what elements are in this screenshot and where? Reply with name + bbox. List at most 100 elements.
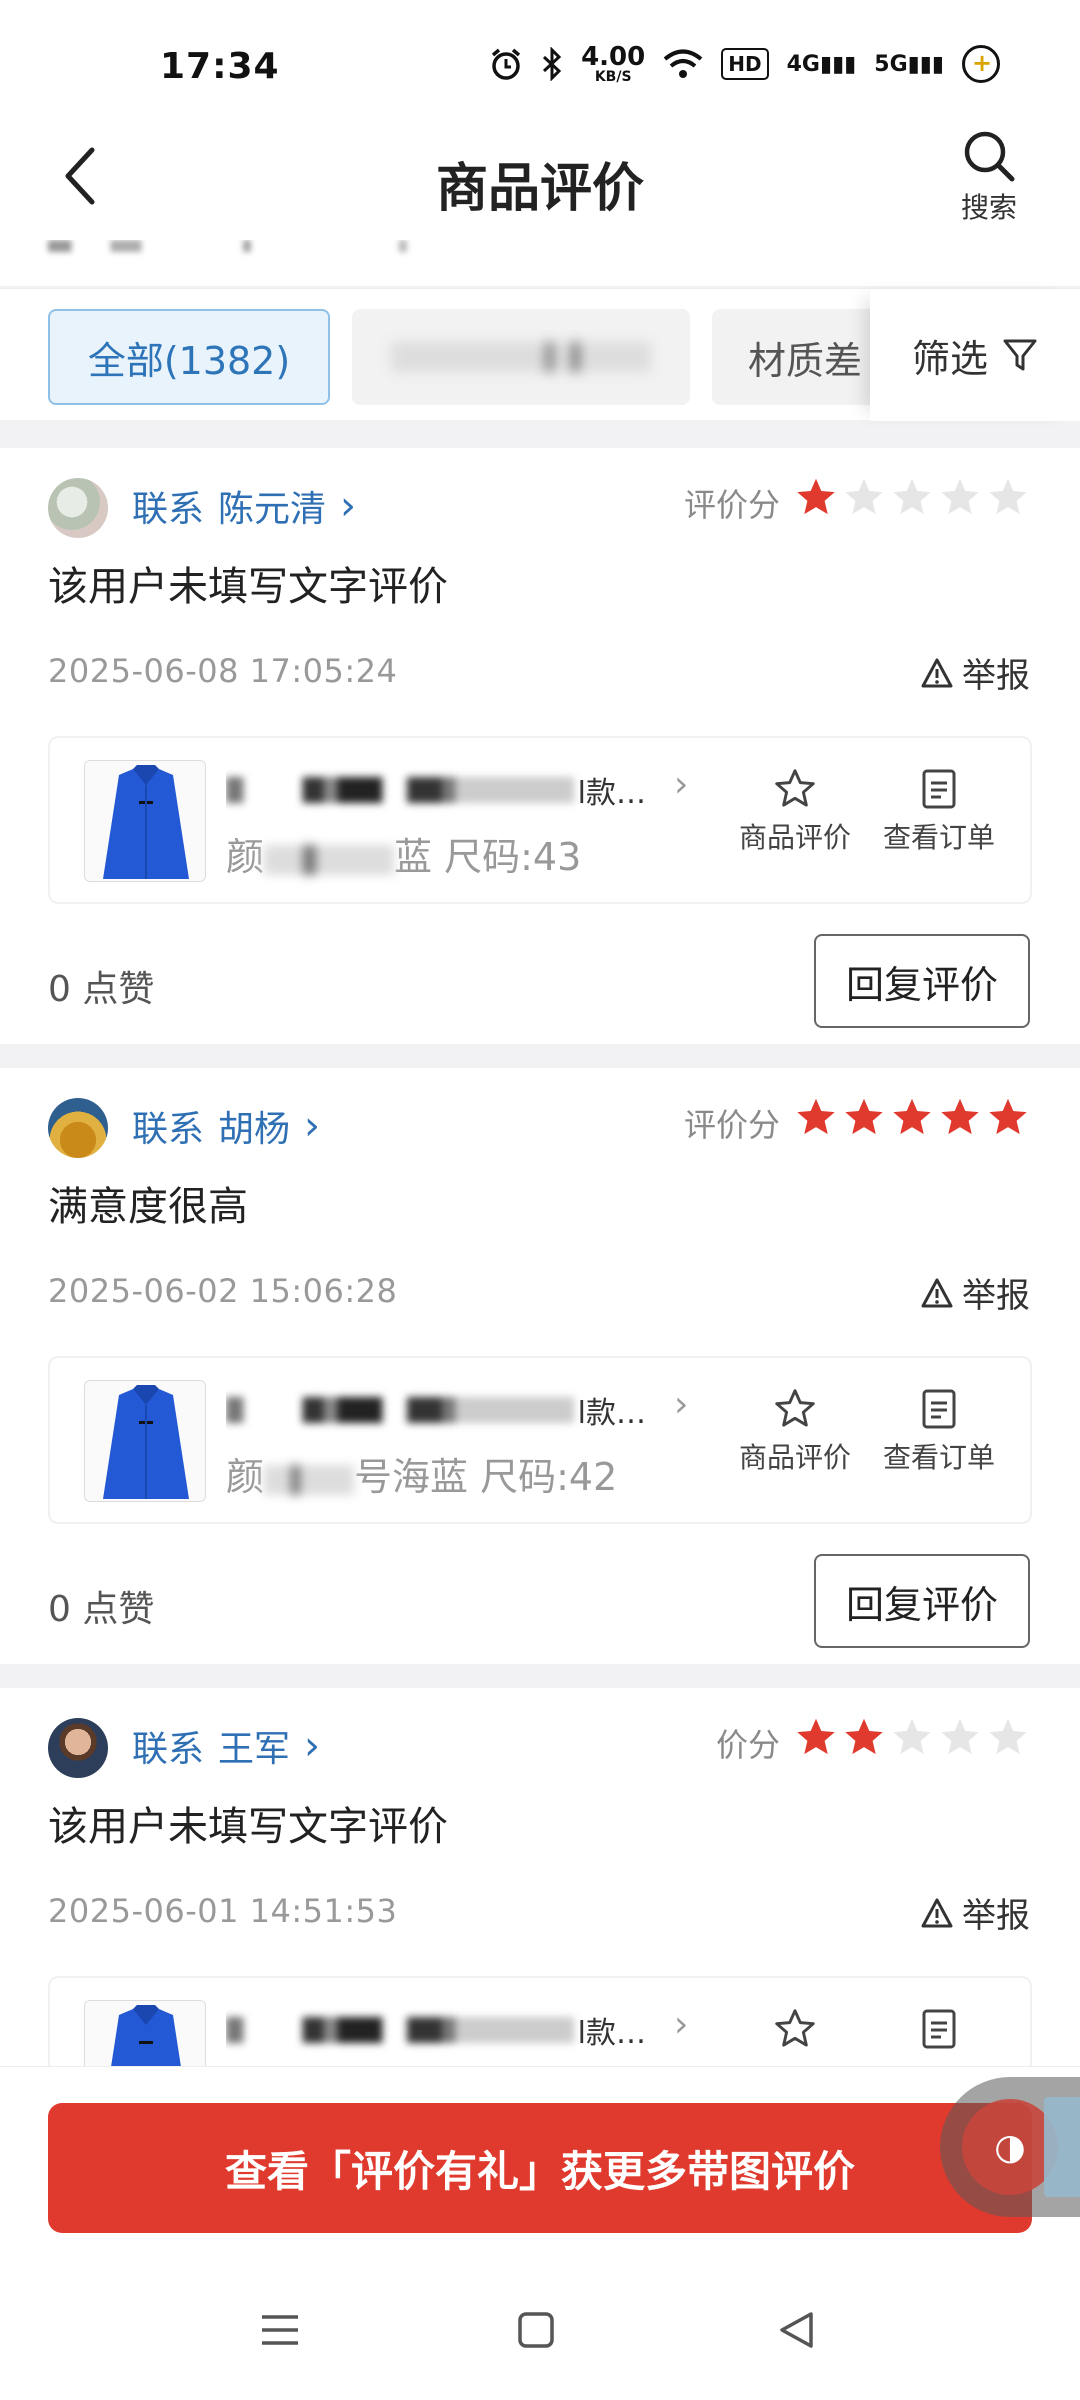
battery-icon bbox=[962, 45, 1000, 83]
filter-button[interactable]: 筛选 bbox=[870, 289, 1080, 421]
alarm-icon bbox=[491, 48, 521, 80]
review-date: 2025-06-02 15:06:28 bbox=[48, 1272, 398, 1310]
review-card: 联系 胡杨 › 评价分 满意度很高 2025-06-02 15:06:28 举报… bbox=[0, 1068, 1080, 1664]
product-name[interactable]: l款… bbox=[226, 766, 646, 814]
star-empty-icon bbox=[893, 478, 931, 515]
floating-assistant-button[interactable]: ◑ bbox=[940, 2077, 1080, 2217]
report-button[interactable]: 举报 bbox=[920, 1268, 1030, 1317]
redacted-product-name bbox=[226, 2017, 574, 2043]
product-eval-button[interactable] bbox=[730, 2008, 860, 2056]
chevron-right-icon: › bbox=[340, 483, 357, 529]
reply-button[interactable]: 回复评价 bbox=[814, 1554, 1030, 1648]
like-count[interactable]: 0 点赞 bbox=[48, 1580, 154, 1632]
chevron-right-icon[interactable]: › bbox=[674, 2004, 688, 2045]
recent-apps-button[interactable] bbox=[240, 2300, 320, 2360]
review-date: 2025-06-01 14:51:53 bbox=[48, 1892, 398, 1930]
tab-redacted[interactable] bbox=[352, 309, 690, 405]
menu-icon bbox=[262, 2315, 298, 2345]
warning-icon bbox=[921, 658, 953, 687]
search-button[interactable]: 搜索 bbox=[954, 128, 1024, 226]
floating-panel bbox=[1044, 2097, 1080, 2197]
star-outline-icon bbox=[775, 2009, 815, 2047]
star-outline-icon bbox=[775, 769, 815, 807]
redacted-product-name bbox=[226, 777, 574, 803]
product-image[interactable] bbox=[84, 760, 206, 882]
review-card: 联系 陈元清 › 评价分 该用户未填写文字评价 2025-06-08 17:05… bbox=[0, 448, 1080, 1044]
avatar[interactable] bbox=[48, 478, 108, 538]
chevron-right-icon[interactable]: › bbox=[674, 1384, 688, 1425]
hd-badge: HD bbox=[721, 48, 769, 80]
contact-link[interactable]: 联系 王军 › bbox=[132, 1720, 320, 1772]
system-nav-bar bbox=[0, 2260, 1080, 2400]
product-name[interactable]: l款… bbox=[226, 1386, 646, 1434]
network-speed: 4.00 KB/S bbox=[581, 42, 646, 85]
star-empty-icon bbox=[941, 1718, 979, 1755]
star-empty-icon bbox=[941, 478, 979, 515]
review-date: 2025-06-08 17:05:24 bbox=[48, 652, 398, 690]
filter-label: 筛选 bbox=[911, 336, 988, 381]
product-spec: 颜蓝 尺码:43 bbox=[226, 835, 582, 879]
product-name[interactable]: l款… bbox=[226, 2006, 646, 2054]
review-card: 联系 王军 › 价分 该用户未填写文字评价 2025-06-01 14:51:5… bbox=[0, 1688, 1080, 2144]
system-back-button[interactable] bbox=[756, 2300, 836, 2360]
product-spec: 颜号海蓝 尺码:42 bbox=[226, 1455, 618, 1499]
signal-4g: 4G▮▮▮ bbox=[786, 51, 857, 77]
status-icons: 4.00 KB/S HD 4G▮▮▮ 5G▮▮▮ bbox=[489, 44, 1000, 84]
document-icon bbox=[922, 769, 956, 809]
chevron-right-icon: › bbox=[304, 1103, 321, 1149]
star-empty-icon bbox=[989, 1718, 1027, 1755]
chevron-right-icon[interactable]: › bbox=[674, 764, 688, 805]
star-filled-icon bbox=[797, 1098, 835, 1135]
star-filled-icon bbox=[797, 478, 835, 515]
star-empty-icon bbox=[989, 478, 1027, 515]
view-order-button[interactable] bbox=[874, 2008, 1004, 2056]
report-button[interactable]: 举报 bbox=[920, 1888, 1030, 1937]
star-rating bbox=[794, 476, 1030, 520]
top-nav: 商品评价 搜索 bbox=[0, 120, 1080, 240]
warning-icon bbox=[921, 1278, 953, 1307]
search-icon bbox=[964, 131, 1015, 182]
search-label: 搜索 bbox=[960, 191, 1017, 224]
review-text: 满意度很高 bbox=[48, 1184, 248, 1230]
square-home-icon bbox=[518, 2312, 554, 2348]
view-order-button[interactable]: 查看订单 bbox=[874, 768, 1004, 856]
star-empty-icon bbox=[845, 478, 883, 515]
clock: 17:34 bbox=[160, 46, 280, 87]
app-screen: 17:34 4.00 KB/S HD 4G▮▮▮ 5G▮▮▮ 商品评价 搜索 全… bbox=[0, 0, 1080, 2400]
star-filled-icon bbox=[941, 1098, 979, 1135]
contact-link[interactable]: 联系 胡杨 › bbox=[132, 1100, 320, 1152]
tab-all[interactable]: 全部(1382) bbox=[48, 309, 330, 405]
status-bar: 17:34 4.00 KB/S HD 4G▮▮▮ 5G▮▮▮ bbox=[0, 0, 1080, 120]
home-button[interactable] bbox=[496, 2300, 576, 2360]
product-box: l款… › 颜蓝 尺码:43 商品评价 查看订单 bbox=[48, 736, 1032, 904]
wifi-icon bbox=[663, 49, 703, 78]
star-rating bbox=[794, 1716, 1030, 1760]
redacted-color bbox=[264, 844, 395, 875]
avatar[interactable] bbox=[48, 1718, 108, 1778]
document-icon bbox=[922, 1389, 956, 1429]
star-outline-icon bbox=[775, 1389, 815, 1427]
star-filled-icon bbox=[845, 1098, 883, 1135]
reply-button[interactable]: 回复评价 bbox=[814, 934, 1030, 1028]
product-image[interactable] bbox=[84, 1380, 206, 1502]
star-filled-icon bbox=[845, 1718, 883, 1755]
star-rating bbox=[794, 1096, 1030, 1140]
review-text: 该用户未填写文字评价 bbox=[48, 564, 448, 610]
tab-material[interactable]: 材质差 bbox=[712, 309, 892, 405]
contact-link[interactable]: 联系 陈元清 › bbox=[132, 480, 356, 532]
triangle-back-icon bbox=[780, 2312, 813, 2348]
star-filled-icon bbox=[989, 1098, 1027, 1135]
score-label: 评价分 bbox=[683, 1106, 780, 1144]
collapsed-summary bbox=[0, 240, 1080, 286]
product-eval-button[interactable]: 商品评价 bbox=[730, 768, 860, 856]
view-order-button[interactable]: 查看订单 bbox=[874, 1388, 1004, 1476]
report-button[interactable]: 举报 bbox=[920, 648, 1030, 697]
score-label: 价分 bbox=[715, 1726, 780, 1764]
product-eval-button[interactable]: 商品评价 bbox=[730, 1388, 860, 1476]
chevron-right-icon: › bbox=[304, 1723, 321, 1769]
avatar[interactable] bbox=[48, 1098, 108, 1158]
star-filled-icon bbox=[893, 1098, 931, 1135]
signal-5g: 5G▮▮▮ bbox=[874, 51, 944, 77]
promo-button[interactable]: 查看「评价有礼」获更多带图评价 bbox=[48, 2103, 1032, 2233]
like-count[interactable]: 0 点赞 bbox=[48, 960, 154, 1012]
